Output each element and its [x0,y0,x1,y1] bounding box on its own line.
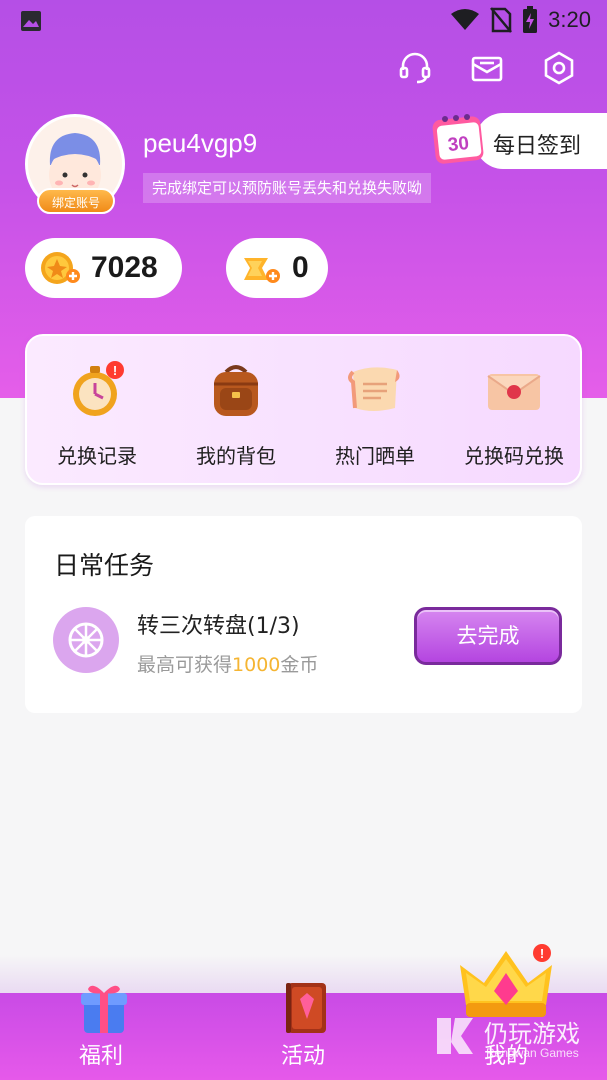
scroll-icon [348,367,400,411]
quick-menu: ! 兑换记录 我的背包 热门晒单 兑换码兑换 [25,334,582,485]
envelope-icon [487,374,541,410]
nav-tab-welfare[interactable]: 福利 [31,985,171,1080]
calendar-day: 30 [447,133,470,156]
task-name: 转三次转盘(1/3) [137,614,300,639]
voucher-value: 0 [292,251,309,284]
svg-text:!: ! [113,363,117,378]
battery-icon [523,6,538,33]
watermark-text: 仍玩游戏 [484,1020,580,1048]
photo-icon [21,11,41,31]
quick-item-hot-shares[interactable]: 热门晒单 [305,336,445,487]
coin-value: 7028 [91,251,158,284]
voucher-balance[interactable]: 0 [226,238,328,298]
voucher-icon [244,258,280,283]
gold-coin-icon [41,252,80,284]
task-desc-suffix: 金币 [280,654,319,676]
quick-item-label: 我的背包 [196,444,276,468]
daily-tasks-title: 日常任务 [54,551,155,580]
quick-item-redeem-code[interactable]: 兑换码兑换 [444,336,584,487]
quick-item-backpack[interactable]: 我的背包 [166,336,306,487]
wheel-icon [53,607,119,673]
coin-balance[interactable]: 7028 [25,238,182,298]
bind-account-badge[interactable]: 绑定账号 [37,188,115,214]
book-icon [286,983,326,1033]
quick-item-label: 兑换记录 [57,444,137,468]
nav-label: 福利 [78,1044,123,1069]
svg-text:!: ! [540,946,544,961]
go-complete-button[interactable]: 去完成 [414,607,562,665]
bind-tip: 完成绑定可以预防账号丢失和兑换失败呦 [143,173,432,203]
task-desc-prefix: 最高可获得 [137,654,233,676]
task-description: 最高可获得1000金币 [137,650,318,677]
quick-item-label: 热门晒单 [335,444,415,468]
status-bar: 3:20 [0,0,607,42]
headset-icon[interactable] [397,50,433,86]
stopwatch-icon: ! [73,361,124,416]
nav-tab-activity[interactable]: 活动 [233,983,373,1080]
status-time: 3:20 [548,7,591,32]
nav-label: 活动 [280,1044,325,1069]
watermark-logo-icon [437,1018,473,1054]
backpack-icon [214,365,258,416]
settings-icon[interactable] [541,50,577,86]
checkin-label: 每日签到 [493,134,582,159]
watermark-subtext: Rengwan Games [486,1046,579,1060]
quick-item-exchange-records[interactable]: ! 兑换记录 [27,336,167,487]
task-reward-amount: 1000 [232,654,281,676]
header-actions [397,50,577,86]
username: peu4vgp9 [143,128,258,158]
wifi-icon [451,9,480,30]
daily-tasks-card: 日常任务 转三次转盘(1/3) 最高可获得1000金币 去完成 [25,516,582,713]
quick-item-label: 兑换码兑换 [464,444,564,468]
mail-icon[interactable] [469,50,505,86]
no-sim-icon [490,7,513,33]
calendar-icon[interactable]: 30 [430,110,488,168]
gift-icon [81,985,127,1033]
